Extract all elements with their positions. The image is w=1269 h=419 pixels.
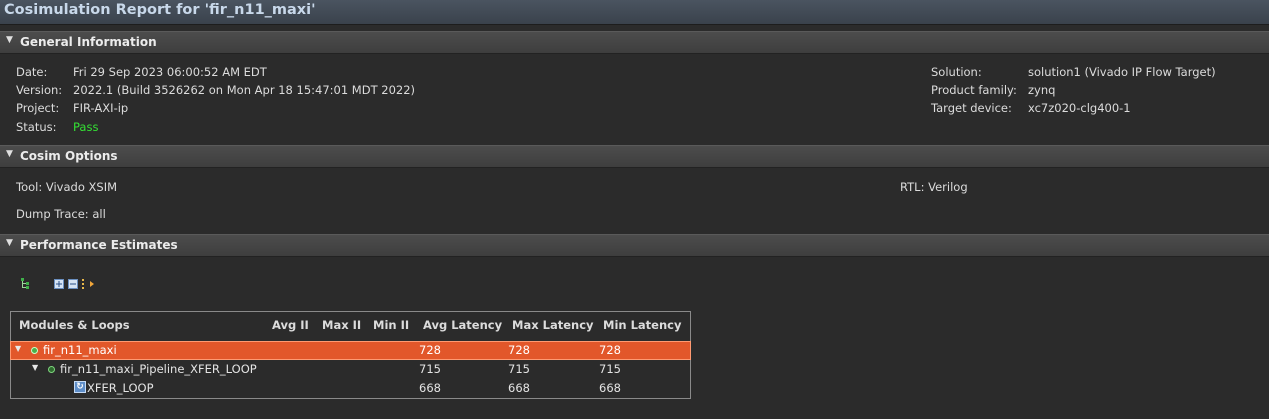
section-title: General Information xyxy=(20,35,157,49)
cosim-rtl: RTL: Verilog xyxy=(900,180,968,194)
report-title: Cosimulation Report for 'fir_n11_maxi' xyxy=(4,2,316,18)
col-header-avg-ii[interactable]: Avg II xyxy=(272,318,309,332)
expand-all-icon[interactable] xyxy=(54,279,64,289)
date-label: Date: xyxy=(16,65,48,79)
col-header-min-ii[interactable]: Min II xyxy=(373,318,409,332)
loop-name: XFER_LOOP xyxy=(87,381,154,395)
col-header-max-latency[interactable]: Max Latency xyxy=(512,318,594,332)
collapse-triangle-icon[interactable]: ▼ xyxy=(6,238,13,248)
max-latency: 668 xyxy=(508,381,530,395)
table-row[interactable]: ▼ fir_n11_maxi 728 728 728 xyxy=(10,341,691,360)
expand-triangle-icon[interactable]: ▼ xyxy=(15,344,21,353)
min-latency: 728 xyxy=(599,343,621,357)
max-latency: 715 xyxy=(508,362,530,376)
avg-latency: 728 xyxy=(419,343,441,357)
date-value: Fri 29 Sep 2023 06:00:52 AM EDT xyxy=(73,65,267,79)
cosim-tool: Tool: Vivado XSIM xyxy=(16,180,118,194)
module-status-icon xyxy=(48,366,55,373)
min-latency: 668 xyxy=(599,381,621,395)
col-header-max-ii[interactable]: Max II xyxy=(322,318,361,332)
collapse-triangle-icon[interactable]: ▼ xyxy=(6,35,13,45)
module-name: fir_n11_maxi_Pipeline_XFER_LOOP xyxy=(60,362,257,376)
report-title-bar: Cosimulation Report for 'fir_n11_maxi' xyxy=(0,0,1269,25)
hierarchy-icon[interactable] xyxy=(20,278,30,290)
section-title: Cosim Options xyxy=(20,149,118,163)
collapse-all-icon[interactable] xyxy=(68,279,78,289)
max-latency: 728 xyxy=(508,343,530,357)
expand-triangle-icon[interactable]: ▼ xyxy=(32,363,38,372)
target-device-value: xc7z020-clg400-1 xyxy=(1028,101,1131,115)
product-family-label: Product family: xyxy=(931,83,1017,97)
status-label: Status: xyxy=(16,120,57,134)
performance-table: Modules & Loops Avg II Max II Min II Avg… xyxy=(10,311,691,399)
section-cosim-options[interactable]: ▼ Cosim Options xyxy=(0,145,1269,168)
module-status-icon xyxy=(31,347,38,354)
table-row[interactable]: ▼ fir_n11_maxi_Pipeline_XFER_LOOP 715 71… xyxy=(11,361,690,378)
status-value: Pass xyxy=(73,120,99,134)
col-header-avg-latency[interactable]: Avg Latency xyxy=(423,318,502,332)
section-general-info[interactable]: ▼ General Information xyxy=(0,31,1269,54)
section-performance-estimates[interactable]: ▼ Performance Estimates xyxy=(0,234,1269,257)
product-family-value: zynq xyxy=(1028,83,1056,97)
col-header-modules[interactable]: Modules & Loops xyxy=(19,318,130,332)
avg-latency: 715 xyxy=(419,362,441,376)
version-label: Version: xyxy=(16,83,63,97)
project-value: FIR-AXI-ip xyxy=(73,101,129,115)
project-label: Project: xyxy=(16,101,60,115)
min-latency: 715 xyxy=(599,362,621,376)
solution-label: Solution: xyxy=(931,65,982,79)
solution-value: solution1 (Vivado IP Flow Target) xyxy=(1028,65,1216,79)
avg-latency: 668 xyxy=(419,381,441,395)
loop-icon: ↻ xyxy=(74,381,86,393)
collapse-triangle-icon[interactable]: ▼ xyxy=(6,149,13,159)
module-name: fir_n11_maxi xyxy=(43,343,117,357)
version-value: 2022.1 (Build 3526262 on Mon Apr 18 15:4… xyxy=(73,83,416,97)
cosim-dump-trace: Dump Trace: all xyxy=(16,207,106,221)
table-row[interactable]: ↻ XFER_LOOP 668 668 668 xyxy=(11,380,690,397)
export-icon[interactable] xyxy=(82,278,94,290)
col-header-min-latency[interactable]: Min Latency xyxy=(603,318,681,332)
section-title: Performance Estimates xyxy=(20,238,178,252)
target-device-label: Target device: xyxy=(931,101,1012,115)
